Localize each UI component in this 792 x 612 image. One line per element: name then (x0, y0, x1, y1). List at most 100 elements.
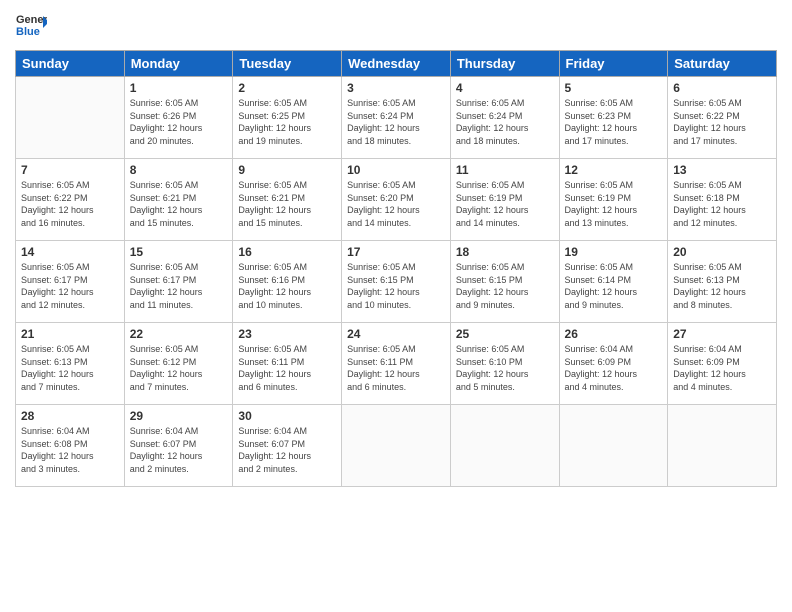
day-number: 23 (238, 327, 336, 341)
day-info: Sunrise: 6:05 AMSunset: 6:17 PMDaylight:… (130, 261, 228, 311)
day-number: 17 (347, 245, 445, 259)
day-cell-3-4: 17 Sunrise: 6:05 AMSunset: 6:15 PMDayligh… (342, 241, 451, 323)
day-number: 10 (347, 163, 445, 177)
day-cell-1-6: 5 Sunrise: 6:05 AMSunset: 6:23 PMDaylight… (559, 77, 668, 159)
day-number: 5 (565, 81, 663, 95)
day-info: Sunrise: 6:05 AMSunset: 6:13 PMDaylight:… (673, 261, 771, 311)
day-number: 11 (456, 163, 554, 177)
day-number: 19 (565, 245, 663, 259)
svg-text:General: General (16, 14, 47, 26)
day-number: 29 (130, 409, 228, 423)
day-info: Sunrise: 6:04 AMSunset: 6:09 PMDaylight:… (673, 343, 771, 393)
day-cell-5-3: 30 Sunrise: 6:04 AMSunset: 6:07 PMDayligh… (233, 405, 342, 487)
svg-text:Blue: Blue (16, 26, 40, 38)
day-number: 26 (565, 327, 663, 341)
logo: General Blue (15, 10, 47, 42)
day-cell-5-1: 28 Sunrise: 6:04 AMSunset: 6:08 PMDayligh… (16, 405, 125, 487)
header: General Blue (15, 10, 777, 42)
day-cell-1-2: 1Sunrise: 6:05 AMSunset: 6:26 PMDaylight… (124, 77, 233, 159)
day-info: Sunrise: 6:05 AMSunset: 6:15 PMDaylight:… (347, 261, 445, 311)
day-info: Sunrise: 6:05 AMSunset: 6:19 PMDaylight:… (456, 179, 554, 229)
day-cell-2-4: 10 Sunrise: 6:05 AMSunset: 6:20 PMDayligh… (342, 159, 451, 241)
day-cell-3-1: 14 Sunrise: 6:05 AMSunset: 6:17 PMDayligh… (16, 241, 125, 323)
day-cell-5-6 (559, 405, 668, 487)
day-cell-1-7: 6 Sunrise: 6:05 AMSunset: 6:22 PMDaylight… (668, 77, 777, 159)
day-info: Sunrise: 6:05 AMSunset: 6:11 PMDaylight:… (347, 343, 445, 393)
day-number: 27 (673, 327, 771, 341)
day-number: 24 (347, 327, 445, 341)
day-number: 4 (456, 81, 554, 95)
day-cell-1-1 (16, 77, 125, 159)
day-info: Sunrise: 6:04 AMSunset: 6:09 PMDaylight:… (565, 343, 663, 393)
day-info: Sunrise: 6:05 AMSunset: 6:16 PMDaylight:… (238, 261, 336, 311)
day-number: 21 (21, 327, 119, 341)
day-cell-5-4 (342, 405, 451, 487)
day-cell-5-7 (668, 405, 777, 487)
day-info: Sunrise: 6:05 AMSunset: 6:24 PMDaylight:… (456, 97, 554, 147)
day-info: Sunrise: 6:05 AMSunset: 6:17 PMDaylight:… (21, 261, 119, 311)
calendar: SundayMondayTuesdayWednesdayThursdayFrid… (15, 50, 777, 487)
day-number: 12 (565, 163, 663, 177)
day-cell-5-2: 29 Sunrise: 6:04 AMSunset: 6:07 PMDayligh… (124, 405, 233, 487)
day-cell-3-5: 18 Sunrise: 6:05 AMSunset: 6:15 PMDayligh… (450, 241, 559, 323)
day-info: Sunrise: 6:05 AMSunset: 6:18 PMDaylight:… (673, 179, 771, 229)
day-number: 25 (456, 327, 554, 341)
week-row-5: 28 Sunrise: 6:04 AMSunset: 6:08 PMDayligh… (16, 405, 777, 487)
page: General Blue SundayMondayTuesdayWednesda… (0, 0, 792, 612)
weekday-header-saturday: Saturday (668, 51, 777, 77)
day-number: 20 (673, 245, 771, 259)
day-cell-2-1: 7 Sunrise: 6:05 AMSunset: 6:22 PMDaylight… (16, 159, 125, 241)
day-info: Sunrise: 6:04 AMSunset: 6:07 PMDaylight:… (130, 425, 228, 475)
day-number: 6 (673, 81, 771, 95)
weekday-header-sunday: Sunday (16, 51, 125, 77)
day-info: Sunrise: 6:05 AMSunset: 6:19 PMDaylight:… (565, 179, 663, 229)
day-info: Sunrise: 6:05 AMSunset: 6:15 PMDaylight:… (456, 261, 554, 311)
day-number: 7 (21, 163, 119, 177)
week-row-4: 21 Sunrise: 6:05 AMSunset: 6:13 PMDayligh… (16, 323, 777, 405)
day-cell-4-4: 24 Sunrise: 6:05 AMSunset: 6:11 PMDayligh… (342, 323, 451, 405)
day-cell-3-7: 20 Sunrise: 6:05 AMSunset: 6:13 PMDayligh… (668, 241, 777, 323)
day-cell-4-5: 25 Sunrise: 6:05 AMSunset: 6:10 PMDayligh… (450, 323, 559, 405)
day-cell-3-3: 16Sunrise: 6:05 AMSunset: 6:16 PMDayligh… (233, 241, 342, 323)
day-cell-4-6: 26 Sunrise: 6:04 AMSunset: 6:09 PMDayligh… (559, 323, 668, 405)
day-info: Sunrise: 6:05 AMSunset: 6:22 PMDaylight:… (21, 179, 119, 229)
day-cell-3-6: 19 Sunrise: 6:05 AMSunset: 6:14 PMDayligh… (559, 241, 668, 323)
day-info: Sunrise: 6:04 AMSunset: 6:07 PMDaylight:… (238, 425, 336, 475)
day-number: 8 (130, 163, 228, 177)
weekday-header-monday: Monday (124, 51, 233, 77)
day-number: 3 (347, 81, 445, 95)
day-info: Sunrise: 6:05 AMSunset: 6:20 PMDaylight:… (347, 179, 445, 229)
day-number: 14 (21, 245, 119, 259)
day-cell-2-2: 8Sunrise: 6:05 AMSunset: 6:21 PMDaylight… (124, 159, 233, 241)
week-row-1: 1Sunrise: 6:05 AMSunset: 6:26 PMDaylight… (16, 77, 777, 159)
weekday-header-row: SundayMondayTuesdayWednesdayThursdayFrid… (16, 51, 777, 77)
day-number: 30 (238, 409, 336, 423)
day-info: Sunrise: 6:05 AMSunset: 6:11 PMDaylight:… (238, 343, 336, 393)
weekday-header-thursday: Thursday (450, 51, 559, 77)
day-info: Sunrise: 6:05 AMSunset: 6:13 PMDaylight:… (21, 343, 119, 393)
day-number: 18 (456, 245, 554, 259)
day-cell-2-7: 13 Sunrise: 6:05 AMSunset: 6:18 PMDayligh… (668, 159, 777, 241)
day-info: Sunrise: 6:05 AMSunset: 6:10 PMDaylight:… (456, 343, 554, 393)
day-info: Sunrise: 6:05 AMSunset: 6:14 PMDaylight:… (565, 261, 663, 311)
day-number: 13 (673, 163, 771, 177)
day-cell-2-6: 12 Sunrise: 6:05 AMSunset: 6:19 PMDayligh… (559, 159, 668, 241)
day-cell-4-7: 27 Sunrise: 6:04 AMSunset: 6:09 PMDayligh… (668, 323, 777, 405)
day-cell-2-3: 9Sunrise: 6:05 AMSunset: 6:21 PMDaylight… (233, 159, 342, 241)
day-info: Sunrise: 6:04 AMSunset: 6:08 PMDaylight:… (21, 425, 119, 475)
day-info: Sunrise: 6:05 AMSunset: 6:12 PMDaylight:… (130, 343, 228, 393)
day-info: Sunrise: 6:05 AMSunset: 6:22 PMDaylight:… (673, 97, 771, 147)
weekday-header-friday: Friday (559, 51, 668, 77)
day-cell-5-5 (450, 405, 559, 487)
day-info: Sunrise: 6:05 AMSunset: 6:26 PMDaylight:… (130, 97, 228, 147)
day-cell-1-3: 2Sunrise: 6:05 AMSunset: 6:25 PMDaylight… (233, 77, 342, 159)
day-number: 9 (238, 163, 336, 177)
weekday-header-wednesday: Wednesday (342, 51, 451, 77)
day-number: 2 (238, 81, 336, 95)
day-number: 15 (130, 245, 228, 259)
week-row-3: 14 Sunrise: 6:05 AMSunset: 6:17 PMDayligh… (16, 241, 777, 323)
day-cell-1-4: 3Sunrise: 6:05 AMSunset: 6:24 PMDaylight… (342, 77, 451, 159)
day-number: 28 (21, 409, 119, 423)
day-info: Sunrise: 6:05 AMSunset: 6:23 PMDaylight:… (565, 97, 663, 147)
logo-svg: General Blue (15, 10, 47, 42)
